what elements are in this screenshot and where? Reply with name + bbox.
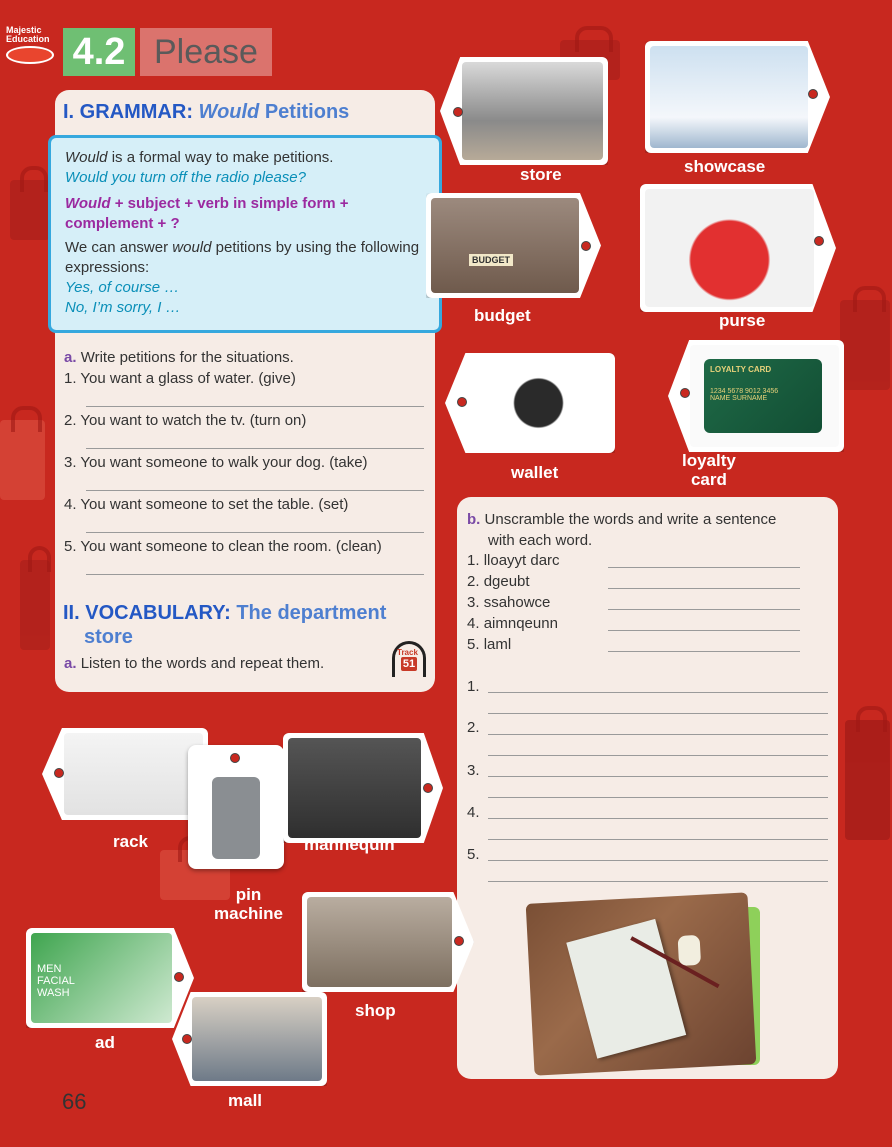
background-bag [20, 546, 51, 650]
unit-number: 4.2 [63, 28, 135, 76]
mall-label: mall [228, 1091, 263, 1110]
rack-label: rack [113, 832, 148, 851]
exercise-item: 3. You want someone to walk your dog. (t… [64, 454, 368, 471]
sentence-line[interactable] [488, 755, 828, 756]
background-bag [845, 706, 890, 840]
sentence-number: 4. [467, 804, 480, 821]
mall-tag [172, 992, 327, 1086]
word-answer-line[interactable] [608, 609, 800, 610]
wallet-label: wallet [511, 463, 559, 482]
sentence-line[interactable] [488, 818, 828, 819]
purse-tag [640, 184, 836, 312]
ad-tag: MEN FACIAL WASH [26, 928, 194, 1028]
background-bag [10, 166, 50, 240]
sentence-line[interactable] [488, 797, 828, 798]
word-answer-line[interactable] [608, 651, 800, 652]
store-tag [440, 57, 608, 165]
mannequin-tag [283, 733, 443, 843]
sentence-line[interactable] [488, 734, 828, 735]
word-answer-line[interactable] [608, 567, 800, 568]
page-number: 66 [62, 1089, 87, 1114]
sentence-line[interactable] [488, 713, 828, 714]
loyalty-card-image: LOYALTY CARD 1234 5678 9012 3456 NAME SU… [704, 359, 822, 433]
answer-line[interactable] [86, 490, 424, 491]
store-label: store [520, 165, 562, 184]
background-bag [0, 406, 45, 500]
exercise-item: 2. You want to watch the tv. (turn on) [64, 412, 307, 429]
sentence-line[interactable] [488, 692, 828, 693]
budget-label: budget [474, 306, 531, 325]
grammar-rule-box: Would is a formal way to make petitions.… [48, 135, 442, 333]
scrambled-word: 2. dgeubt [467, 573, 530, 590]
sentence-line[interactable] [488, 860, 828, 861]
pin-machine-tag [188, 745, 284, 869]
ad-image-text: MEN FACIAL WASH [37, 963, 75, 999]
rack-tag [42, 728, 208, 820]
vocabulary-instruction: a. Listen to the words and repeat them. [64, 655, 325, 672]
sentence-number: 5. [467, 846, 480, 863]
sentence-line[interactable] [488, 839, 828, 840]
shop-label: shop [355, 1001, 396, 1020]
scrambled-word: 3. ssahowce [467, 594, 551, 611]
purse-label: purse [719, 311, 766, 330]
ad-label: ad [95, 1033, 115, 1052]
exercise-item: 4. You want someone to set the table. (s… [64, 496, 349, 513]
wallet-tag [445, 353, 615, 453]
vocabulary-heading: II. VOCABULARY: The department store [63, 602, 387, 648]
word-answer-line[interactable] [608, 588, 800, 589]
scrambled-word: 4. aimnqeunn [467, 615, 558, 632]
loyalty-card-tag: LOYALTY CARD 1234 5678 9012 3456 NAME SU… [668, 340, 844, 452]
mannequin-label: mannequin [304, 835, 395, 854]
sentence-line[interactable] [488, 881, 828, 882]
answer-line[interactable] [86, 532, 424, 533]
unit-title: Please [140, 28, 272, 76]
shop-tag [302, 892, 474, 992]
word-answer-line[interactable] [608, 630, 800, 631]
unscramble-instruction: b. Unscramble the words and write a sent… [467, 511, 777, 549]
grammar-heading: I. GRAMMAR: Would Petitions [63, 101, 350, 123]
budget-jar-label: BUDGET [469, 254, 513, 266]
background-bag [840, 286, 890, 390]
exercise-item: 5. You want someone to clean the room. (… [64, 538, 382, 555]
answer-line[interactable] [86, 448, 424, 449]
showcase-tag [645, 41, 830, 153]
sentence-number: 3. [467, 762, 480, 779]
answer-line[interactable] [86, 406, 424, 407]
exercise-item: 1. You want a glass of water. (give) [64, 370, 296, 387]
sentence-number: 1. [467, 678, 480, 695]
budget-tag: BUDGET [426, 193, 601, 298]
pin-machine-label: pin machine [214, 885, 283, 923]
exercise-a-instruction: a. Write petitions for the situations. [64, 349, 294, 366]
scrambled-word: 5. laml [467, 636, 512, 653]
sentence-number: 2. [467, 719, 480, 736]
sentence-line[interactable] [488, 776, 828, 777]
loyalty-card-label: loyalty card [682, 451, 736, 489]
answer-line[interactable] [86, 574, 424, 575]
publisher-logo: Majestic Education [6, 26, 62, 66]
scrambled-word: 1. lloayyt darc [467, 552, 560, 569]
audio-track-icon[interactable]: Track 51 [392, 641, 426, 677]
desk-photo [525, 892, 757, 1076]
showcase-label: showcase [684, 157, 766, 176]
